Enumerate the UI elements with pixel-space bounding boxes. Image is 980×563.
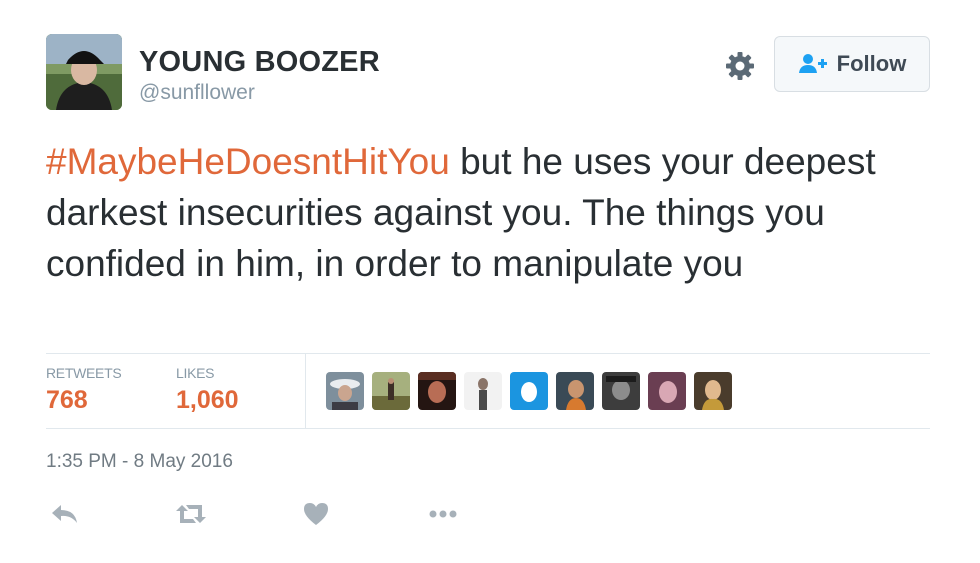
likes-count: 1,060 [176,386,239,414]
follow-button[interactable]: Follow [774,36,930,92]
reply-icon[interactable] [46,496,82,532]
retweets-label: RETWEETS [46,365,122,381]
stats-separator [305,353,306,428]
retweet-icon[interactable] [173,496,209,532]
liker-avatars [326,372,732,410]
tweet-stats: RETWEETS 768 LIKES 1,060 [46,353,930,428]
egg-avatar[interactable] [510,372,548,410]
more-icon[interactable] [425,496,461,532]
add-user-icon [798,54,827,73]
liker-avatar[interactable] [602,372,640,410]
likes-stat[interactable]: LIKES 1,060 [176,365,239,415]
tweet-timestamp[interactable]: 1:35 PM - 8 May 2016 [46,451,233,473]
tweet-header: YOUNG BOOZER @sunfllower Follow [46,34,930,112]
liker-avatar[interactable] [694,372,732,410]
liker-avatar[interactable] [372,372,410,410]
stats-bottom-divider [46,428,930,429]
likes-label: LIKES [176,365,215,381]
retweets-count: 768 [46,386,88,414]
liker-avatar[interactable] [556,372,594,410]
liker-avatar[interactable] [418,372,456,410]
liker-avatar[interactable] [326,372,364,410]
follow-button-label: Follow [836,51,907,76]
hashtag-link[interactable]: #MaybeHeDoesntHitYou [46,141,450,182]
author-display-name[interactable]: YOUNG BOOZER [139,46,380,79]
retweets-stat[interactable]: RETWEETS 768 [46,365,122,415]
gear-icon[interactable] [724,50,756,82]
author-avatar[interactable] [46,34,122,110]
author-handle[interactable]: @sunfllower [139,81,255,105]
like-icon[interactable] [298,496,334,532]
liker-avatar[interactable] [464,372,502,410]
liker-avatar[interactable] [648,372,686,410]
tweet-text: #MaybeHeDoesntHitYou but he uses your de… [46,136,936,289]
